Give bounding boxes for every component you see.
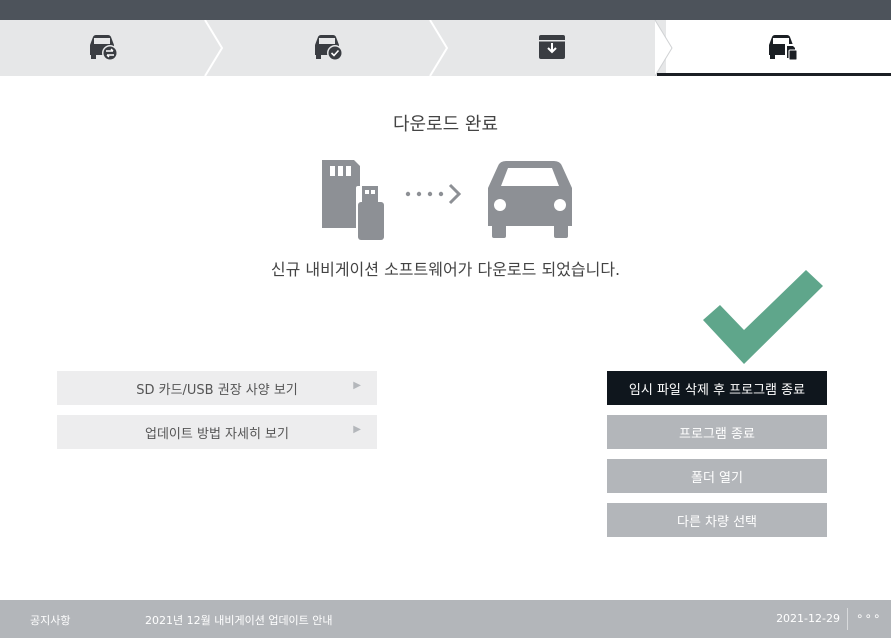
step-progress-bar <box>0 20 891 76</box>
footer-divider <box>847 608 848 630</box>
more-icon[interactable]: ∘∘∘ <box>856 609 882 623</box>
select-other-vehicle-button[interactable]: 다른 차량 선택 <box>607 503 827 537</box>
download-box-icon <box>539 35 565 59</box>
car-swap-icon <box>90 35 118 61</box>
arrow-right-icon: ▶ <box>353 424 361 435</box>
notice-link[interactable]: 2021년 12월 내비게이션 업데이트 안내 <box>145 612 333 628</box>
step-active-underline <box>657 73 891 76</box>
notice-footer: 공지사항 2021년 12월 내비게이션 업데이트 안내 2021-12-29 … <box>0 600 891 638</box>
dotted-arrow-icon <box>405 183 462 205</box>
delete-temp-and-exit-button[interactable]: 임시 파일 삭제 후 프로그램 종료 <box>607 371 827 405</box>
update-method-link[interactable]: 업데이트 방법 자세히 보기 ▶ <box>57 415 377 449</box>
notice-date: 2021-12-29 <box>776 612 840 625</box>
car-icon <box>488 161 572 238</box>
car-sd-card-icon <box>769 35 798 61</box>
sd-card-icon <box>322 160 360 228</box>
title-bar <box>0 0 891 20</box>
exit-program-button[interactable]: 프로그램 종료 <box>607 415 827 449</box>
sd-usb-spec-label: SD 카드/USB 권장 사양 보기 <box>136 382 298 398</box>
car-check-icon <box>315 35 343 61</box>
arrow-right-icon: ▶ <box>353 380 361 391</box>
usb-stick-icon <box>356 186 386 240</box>
sd-to-car-illustration <box>322 160 572 240</box>
checkmark-icon <box>703 270 823 364</box>
update-method-label: 업데이트 방법 자세히 보기 <box>145 426 289 442</box>
sd-usb-spec-link[interactable]: SD 카드/USB 권장 사양 보기 ▶ <box>57 371 377 405</box>
page-title: 다운로드 완료 <box>392 114 499 135</box>
open-folder-button[interactable]: 폴더 열기 <box>607 459 827 493</box>
step-separators <box>204 20 673 76</box>
notice-label: 공지사항 <box>30 614 71 627</box>
